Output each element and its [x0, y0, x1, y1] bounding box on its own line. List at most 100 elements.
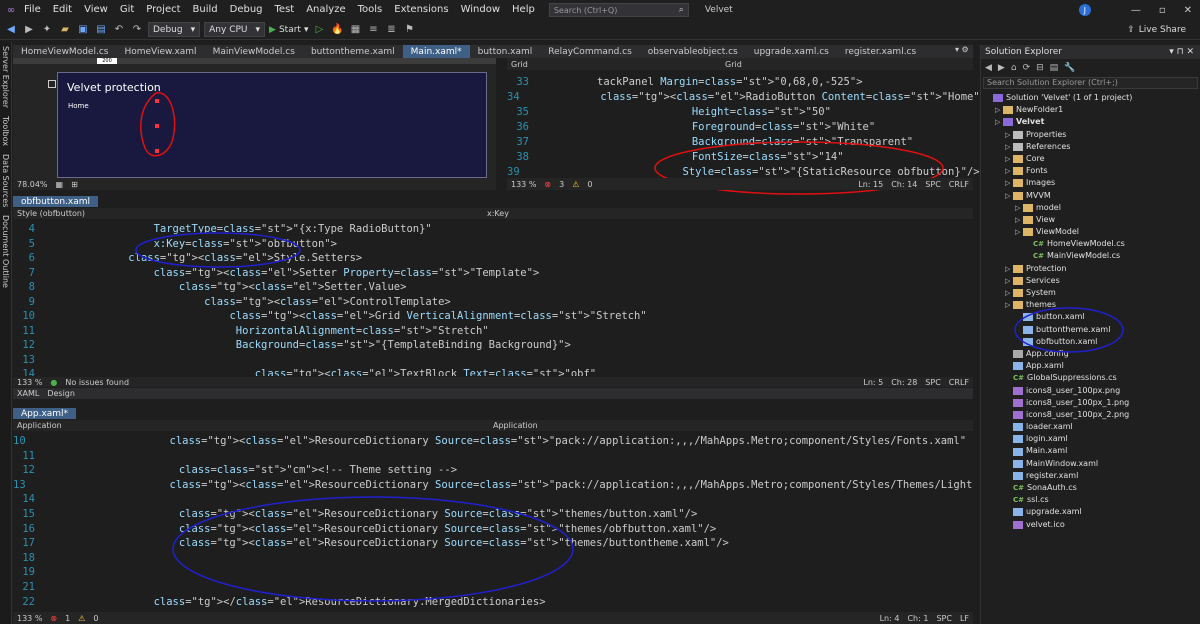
home-icon[interactable]: ⌂ — [1011, 63, 1017, 73]
run-without-debug-icon[interactable]: ▷ — [312, 23, 326, 37]
se-tree-item[interactable]: ▷ Fonts — [985, 165, 1200, 177]
menu-test[interactable]: Test — [269, 0, 301, 20]
se-tree-item[interactable]: Solution 'Velvet' (1 of 1 project) — [985, 92, 1200, 104]
se-tree-item[interactable]: ▷ NewFolder1 — [985, 104, 1200, 116]
avatar[interactable]: J — [1078, 4, 1091, 16]
save-icon[interactable]: ▣ — [76, 23, 90, 37]
main-zoom[interactable]: 133 % — [511, 180, 536, 189]
debug-config-select[interactable]: Debug ▾ — [148, 22, 201, 37]
spc-indicator[interactable]: SPC — [936, 614, 952, 623]
undo-icon[interactable]: ↶ — [112, 23, 126, 37]
se-tree-item[interactable]: ▷ model — [985, 202, 1200, 214]
back-icon[interactable]: ◀ — [4, 23, 18, 37]
se-tree-item[interactable]: icons8_user_100px.png — [985, 385, 1200, 397]
close-icon[interactable]: ✕ — [1184, 5, 1192, 16]
uncomment-icon[interactable]: ≣ — [384, 23, 398, 37]
se-tree-item[interactable]: ▷ System — [985, 287, 1200, 299]
start-button[interactable]: ▶ Start ▾ — [269, 25, 308, 35]
tab-menu-icon[interactable]: ▾ ⚙ — [955, 45, 969, 54]
se-tree-item[interactable]: icons8_user_100px_2.png — [985, 409, 1200, 421]
open-icon[interactable]: ▰ — [58, 23, 72, 37]
expand-chevron-icon[interactable]: ▷ — [1005, 287, 1013, 299]
obf-zoom[interactable]: 133 % — [17, 378, 42, 387]
code-line[interactable]: 14 class="tg"><class="el">TextBlock Text… — [13, 367, 973, 376]
expand-chevron-icon[interactable]: ▷ — [1015, 202, 1023, 214]
se-tree-item[interactable]: C# SonaAuth.cs — [985, 482, 1200, 494]
collapse-icon[interactable]: ⊟ — [1036, 63, 1044, 73]
expand-chevron-icon[interactable]: ▷ — [995, 116, 1003, 128]
code-line[interactable]: 33 tackPanel Margin=class="st">"0,68,0,-5… — [507, 75, 973, 90]
nav-right-combo[interactable]: Application — [493, 421, 538, 430]
expand-chevron-icon[interactable]: ▷ — [995, 104, 1003, 116]
code-line[interactable]: 35 Height=class="st">"50" — [507, 105, 973, 120]
se-tree-item[interactable]: ▷ Images — [985, 177, 1200, 189]
comment-icon[interactable]: ≡ — [366, 23, 380, 37]
error-count[interactable]: 1 — [65, 614, 70, 623]
properties-icon[interactable]: 🔧 — [1064, 63, 1075, 73]
code-line[interactable]: 36 Foreground=class="st">"White" — [507, 120, 973, 135]
tab-observableobject-cs[interactable]: observableobject.cs — [640, 45, 746, 58]
menu-view[interactable]: View — [78, 0, 114, 20]
sync-icon[interactable]: ⟳ — [1023, 63, 1031, 73]
code-line[interactable]: 11 — [13, 449, 973, 464]
tab-button-xaml[interactable]: button.xaml — [470, 45, 541, 58]
home-radio-label[interactable]: Home — [68, 102, 89, 110]
search-box[interactable]: Search (Ctrl+Q) ⌕ — [548, 3, 689, 17]
expand-chevron-icon[interactable]: ▷ — [1005, 165, 1013, 177]
nav-left-combo[interactable]: Grid — [511, 60, 721, 69]
live-share-button[interactable]: ⇪ Live Share — [1127, 25, 1186, 35]
se-tree-item[interactable]: icons8_user_100px_1.png — [985, 397, 1200, 409]
spc-indicator[interactable]: SPC — [925, 378, 941, 387]
tab-relaycommand-cs[interactable]: RelayCommand.cs — [540, 45, 639, 58]
warning-count[interactable]: 0 — [587, 180, 592, 189]
tab-homeview-xaml[interactable]: HomeView.xaml — [116, 45, 204, 58]
se-tree-item[interactable]: ▷ Properties — [985, 129, 1200, 141]
menu-edit[interactable]: Edit — [47, 0, 78, 20]
se-tree-item[interactable]: ▷ Core — [985, 153, 1200, 165]
expand-chevron-icon[interactable]: ▷ — [1005, 190, 1013, 202]
se-tree-item[interactable]: App.xaml — [985, 360, 1200, 372]
expand-chevron-icon[interactable]: ▷ — [1005, 141, 1013, 153]
hot-reload-icon[interactable]: 🔥 — [330, 23, 344, 37]
tab-main-xaml-[interactable]: Main.xaml* — [402, 45, 470, 58]
expand-chevron-icon[interactable]: ▷ — [1005, 129, 1013, 141]
menu-git[interactable]: Git — [114, 0, 140, 20]
code-line[interactable]: 9 class="tg"><class="el">ControlTemplate… — [13, 295, 973, 310]
platform-select[interactable]: Any CPU ▾ — [204, 22, 266, 37]
code-line[interactable]: 8 class="tg"><class="el">Setter.Value> — [13, 280, 973, 295]
tab-obfbutton[interactable]: obfbutton.xaml — [13, 196, 99, 207]
warning-count[interactable]: 0 — [93, 614, 98, 623]
menu-tools[interactable]: Tools — [352, 0, 389, 20]
se-search[interactable]: Search Solution Explorer (Ctrl+;) — [983, 77, 1198, 89]
eol-indicator[interactable]: CRLF — [949, 180, 969, 189]
expand-chevron-icon[interactable]: ▷ — [1005, 153, 1013, 165]
expand-chevron-icon[interactable]: ▷ — [1005, 275, 1013, 287]
maximize-icon[interactable]: ▫ — [1159, 5, 1166, 16]
se-tree-item[interactable]: C# MainViewModel.cs — [985, 250, 1200, 262]
tab-mainviewmodel-cs[interactable]: MainViewModel.cs — [205, 45, 303, 58]
tab-buttontheme-xaml[interactable]: buttontheme.xaml — [303, 45, 403, 58]
bookmark-icon[interactable]: ⚑ — [402, 23, 416, 37]
tab-register-xaml-cs[interactable]: register.xaml.cs — [837, 45, 924, 58]
se-tree-item[interactable]: ▷ Protection — [985, 263, 1200, 275]
menu-build[interactable]: Build — [187, 0, 224, 20]
se-tree-item[interactable]: C# ssl.cs — [985, 494, 1200, 506]
se-tree-item[interactable]: register.xaml — [985, 470, 1200, 482]
save-all-icon[interactable]: ▤ — [94, 23, 108, 37]
redo-icon[interactable]: ↷ — [130, 23, 144, 37]
nav-left-combo[interactable]: Style (obfbutton) — [17, 209, 487, 218]
code-line[interactable]: 13 — [13, 353, 973, 368]
nav-right-combo[interactable]: Grid — [725, 60, 742, 69]
grid-icon[interactable]: ▦ — [56, 180, 64, 189]
tab-design[interactable]: Design — [47, 389, 75, 398]
code-line[interactable]: 12 Background=class="st">"{TemplateBindi… — [13, 338, 973, 353]
se-tree-item[interactable]: C# GlobalSuppressions.cs — [985, 372, 1200, 384]
rail-document-outline[interactable]: Document Outline — [1, 215, 10, 288]
se-tree-item[interactable]: velvet.ico — [985, 519, 1200, 531]
code-line[interactable]: 34 class="tg"><class="el">RadioButton Co… — [507, 90, 980, 105]
menu-window[interactable]: Window — [455, 0, 506, 20]
se-tree-item[interactable]: upgrade.xaml — [985, 506, 1200, 518]
menu-debug[interactable]: Debug — [224, 0, 269, 20]
rail-data-sources[interactable]: Data Sources — [1, 154, 10, 207]
se-pin-icon[interactable]: ▾ ⊓ ✕ — [1169, 47, 1194, 57]
